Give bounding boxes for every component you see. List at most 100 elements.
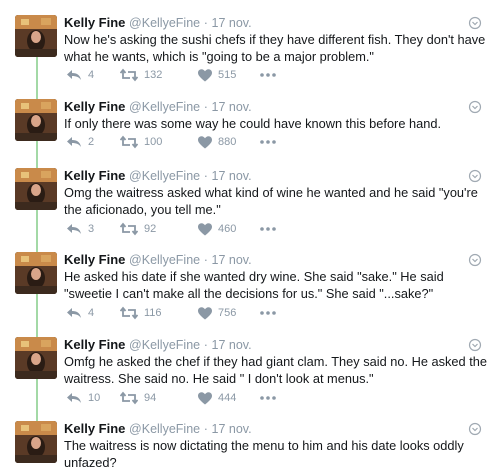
chevron-down-icon[interactable] bbox=[468, 16, 482, 30]
tweet-text: He asked his date if she wanted dry wine… bbox=[64, 269, 444, 301]
tweet-date[interactable]: 17 nov. bbox=[212, 253, 252, 267]
like-button[interactable]: 460 bbox=[198, 219, 236, 239]
heart-icon bbox=[198, 391, 212, 404]
more-dots-icon bbox=[260, 227, 276, 231]
tweet-actions: 4 132 515 bbox=[64, 65, 304, 85]
author-name[interactable]: Kelly Fine bbox=[64, 15, 125, 30]
chevron-down-icon[interactable] bbox=[468, 253, 482, 267]
reply-icon bbox=[67, 393, 81, 403]
chevron-down-icon[interactable] bbox=[468, 422, 482, 436]
tweet-header: Kelly Fine @KellyeFine · 17 nov. bbox=[64, 167, 252, 185]
retweet-button[interactable]: 94 bbox=[120, 388, 156, 408]
reply-icon bbox=[67, 70, 81, 80]
retweet-button[interactable]: 116 bbox=[120, 303, 162, 323]
reply-button[interactable]: 4 bbox=[66, 303, 94, 323]
author-name[interactable]: Kelly Fine bbox=[64, 99, 125, 114]
author-name[interactable]: Kelly Fine bbox=[64, 252, 125, 267]
tweet-text: The waitress is now dictating the menu t… bbox=[64, 438, 464, 470]
separator: · bbox=[203, 16, 208, 30]
retweet-button[interactable]: 132 bbox=[120, 65, 162, 85]
heart-icon bbox=[198, 306, 212, 319]
tweet-header: Kelly Fine @KellyeFine · 17 nov. bbox=[64, 98, 252, 116]
author-name[interactable]: Kelly Fine bbox=[64, 168, 125, 183]
heart-icon bbox=[198, 222, 212, 235]
separator: · bbox=[203, 253, 208, 267]
chevron-down-icon[interactable] bbox=[468, 100, 482, 114]
reply-icon bbox=[67, 308, 81, 318]
tweet-header: Kelly Fine @KellyeFine · 17 nov. bbox=[64, 251, 252, 269]
reply-button[interactable]: 3 bbox=[66, 219, 94, 239]
reply-button[interactable]: 2 bbox=[66, 132, 94, 152]
chevron-down-icon[interactable] bbox=[468, 169, 482, 183]
tweet-actions: 10 94 444 bbox=[64, 388, 304, 408]
tweet-actions: 2 100 880 bbox=[64, 132, 304, 152]
retweet-button[interactable]: 100 bbox=[120, 132, 162, 152]
more-dots-icon bbox=[260, 311, 276, 315]
avatar[interactable] bbox=[15, 15, 57, 57]
author-handle[interactable]: @KellyeFine bbox=[129, 253, 200, 267]
like-count: 515 bbox=[218, 69, 237, 81]
reply-button[interactable]: 10 bbox=[66, 388, 100, 408]
separator: · bbox=[203, 338, 208, 352]
tweet-date[interactable]: 17 nov. bbox=[212, 422, 252, 436]
tweet-header: Kelly Fine @KellyeFine · 17 nov. bbox=[64, 14, 252, 32]
reply-count: 4 bbox=[88, 69, 95, 81]
tweet-date[interactable]: 17 nov. bbox=[212, 100, 252, 114]
heart-icon bbox=[198, 68, 212, 81]
reply-count: 10 bbox=[88, 392, 101, 404]
retweet-icon bbox=[120, 222, 138, 236]
like-button[interactable]: 880 bbox=[198, 132, 236, 152]
like-count: 880 bbox=[218, 136, 237, 148]
tweet-text: If only there was some way he could have… bbox=[64, 116, 442, 131]
author-handle[interactable]: @KellyeFine bbox=[129, 422, 200, 436]
heart-icon bbox=[198, 135, 212, 148]
tweet-text: Now he's asking the sushi chefs if they … bbox=[64, 32, 486, 64]
avatar[interactable] bbox=[15, 99, 57, 141]
retweet-button[interactable]: 92 bbox=[120, 219, 156, 239]
more-button[interactable] bbox=[260, 388, 276, 408]
author-handle[interactable]: @KellyeFine bbox=[129, 100, 200, 114]
avatar[interactable] bbox=[15, 252, 57, 294]
like-button[interactable]: 515 bbox=[198, 65, 236, 85]
retweet-count: 116 bbox=[144, 307, 162, 319]
reply-count: 3 bbox=[88, 223, 95, 235]
tweet-actions: 3 92 460 bbox=[64, 219, 304, 239]
separator: · bbox=[203, 100, 208, 114]
more-button[interactable] bbox=[260, 132, 276, 152]
author-name[interactable]: Kelly Fine bbox=[64, 337, 125, 352]
author-handle[interactable]: @KellyeFine bbox=[129, 16, 200, 30]
author-handle[interactable]: @KellyeFine bbox=[129, 169, 200, 183]
tweet-date[interactable]: 17 nov. bbox=[212, 169, 252, 183]
avatar[interactable] bbox=[15, 337, 57, 379]
author-name[interactable]: Kelly Fine bbox=[64, 421, 125, 436]
like-button[interactable]: 756 bbox=[198, 303, 236, 323]
more-button[interactable] bbox=[260, 65, 276, 85]
avatar[interactable] bbox=[15, 421, 57, 463]
retweet-count: 132 bbox=[144, 69, 163, 81]
like-count: 444 bbox=[218, 392, 237, 404]
like-count: 756 bbox=[218, 307, 237, 319]
avatar[interactable] bbox=[15, 168, 57, 210]
reply-button[interactable]: 4 bbox=[66, 65, 94, 85]
more-button[interactable] bbox=[260, 303, 276, 323]
tweet-header: Kelly Fine @KellyeFine · 17 nov. bbox=[64, 420, 252, 438]
tweet-header: Kelly Fine @KellyeFine · 17 nov. bbox=[64, 336, 252, 354]
separator: · bbox=[203, 422, 208, 436]
more-dots-icon bbox=[260, 73, 276, 77]
like-button[interactable]: 444 bbox=[198, 388, 236, 408]
tweet-date[interactable]: 17 nov. bbox=[212, 16, 252, 30]
retweet-count: 92 bbox=[144, 223, 157, 235]
tweet-date[interactable]: 17 nov. bbox=[212, 338, 252, 352]
separator: · bbox=[203, 169, 208, 183]
chevron-down-icon[interactable] bbox=[468, 338, 482, 352]
retweet-icon bbox=[120, 135, 138, 149]
retweet-count: 100 bbox=[144, 136, 163, 148]
reply-count: 2 bbox=[88, 136, 95, 148]
tweet-text: Omg the waitress asked what kind of wine… bbox=[64, 185, 478, 217]
retweet-count: 94 bbox=[144, 392, 157, 404]
more-button[interactable] bbox=[260, 219, 276, 239]
author-handle[interactable]: @KellyeFine bbox=[129, 338, 200, 352]
retweet-icon bbox=[120, 68, 138, 82]
more-dots-icon bbox=[260, 396, 276, 400]
tweet-text: Omfg he asked the chef if they had giant… bbox=[64, 354, 488, 386]
